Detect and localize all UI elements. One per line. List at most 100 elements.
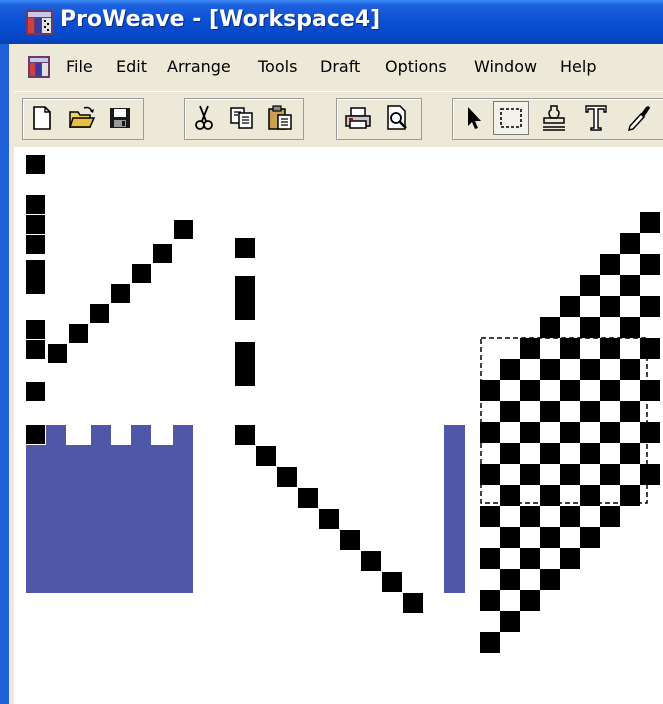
color-fill-block-notch (91, 425, 111, 447)
menu-draft[interactable]: Draft (320, 57, 360, 76)
drawdown-cell (480, 548, 500, 569)
drawdown-cell (640, 380, 660, 401)
drawdown-cell (500, 401, 520, 422)
threading-cell (26, 155, 45, 174)
tieup-cell (235, 342, 255, 386)
drawdown-cell (540, 527, 560, 548)
treadling-cell (340, 530, 360, 550)
threading-cell (26, 340, 45, 359)
cut-icon[interactable] (189, 103, 219, 133)
menu-options[interactable]: Options (385, 57, 447, 76)
treadling-cell (361, 551, 381, 571)
treadling-cell (132, 264, 151, 283)
drawdown-cell (540, 317, 560, 338)
color-fill-block (26, 445, 193, 593)
threading-cell (26, 425, 45, 444)
new-icon[interactable] (27, 103, 57, 133)
color-fill-block-notch (46, 425, 66, 447)
menu-help[interactable]: Help (560, 57, 596, 76)
drawdown-cell (640, 212, 660, 233)
treadling-cell (403, 593, 423, 613)
treadling-cell (382, 572, 402, 592)
toolbar (14, 91, 663, 148)
drawdown-cell (600, 296, 620, 317)
drawdown-cell (480, 422, 500, 443)
copy-icon[interactable] (227, 103, 257, 133)
drawdown-cell (640, 296, 660, 317)
drawdown-cell (620, 233, 640, 254)
eyedropper-tool-icon[interactable] (623, 103, 653, 133)
drawdown-cell (560, 338, 580, 359)
drawdown-cell (580, 401, 600, 422)
drawdown-cell (560, 296, 580, 317)
drawdown-cell (560, 464, 580, 485)
drawdown-cell (500, 611, 520, 632)
stamp-tool-icon[interactable] (539, 103, 569, 133)
menu-bar: File Edit Arrange Tools Draft Options Wi… (14, 44, 663, 91)
drawdown-cell (640, 338, 660, 359)
drawdown-cell (560, 380, 580, 401)
drawdown-cell (620, 401, 640, 422)
threading-cell (26, 382, 45, 401)
rectangle-select-tool-icon[interactable] (493, 101, 529, 135)
pointer-tool-icon[interactable] (459, 103, 489, 133)
drawdown-cell (580, 443, 600, 464)
treadling-cell (111, 284, 130, 303)
text-tool-icon[interactable] (581, 103, 611, 133)
file-button-group (22, 98, 144, 140)
tieup-cell (235, 238, 255, 258)
drawdown-cell (560, 506, 580, 527)
window-left-border (0, 0, 14, 704)
drawdown-cell (600, 422, 620, 443)
drawdown-cell (580, 317, 600, 338)
print-preview-icon[interactable] (383, 103, 413, 133)
treadling-cell (256, 446, 276, 466)
proweave-app-icon[interactable] (26, 10, 53, 35)
treadling-cell (48, 344, 67, 363)
drawdown-cell (540, 401, 560, 422)
treadling-cell (277, 467, 297, 487)
title-bar[interactable]: ProWeave - [Workspace4] (0, 0, 663, 44)
drawdown-cell (640, 464, 660, 485)
threading-cell (26, 320, 45, 339)
threading-cell (26, 215, 45, 234)
drawdown-cell (480, 380, 500, 401)
treadling-cell (153, 244, 172, 263)
menu-tools[interactable]: Tools (258, 57, 297, 76)
drawdown-cell (620, 275, 640, 296)
drawdown-cell (520, 590, 540, 611)
drawdown-cell (600, 338, 620, 359)
open-folder-icon[interactable] (67, 103, 97, 133)
drawdown-cell (580, 527, 600, 548)
drawdown-cell (640, 254, 660, 275)
threading-cell (26, 195, 45, 214)
drawdown-cell (620, 317, 640, 338)
drawdown-cell (620, 443, 640, 464)
treadling-cell (235, 425, 255, 445)
design-canvas[interactable] (14, 147, 663, 704)
drawdown-cell (600, 254, 620, 275)
drawdown-cell (500, 569, 520, 590)
weave-drawing (26, 155, 660, 653)
save-icon[interactable] (105, 103, 135, 133)
drawdown-cell (580, 359, 600, 380)
paste-icon[interactable] (265, 103, 295, 133)
menu-file[interactable]: File (66, 57, 93, 76)
treadling-cell (174, 220, 193, 239)
print-icon[interactable] (343, 103, 373, 133)
drawdown-cell (600, 380, 620, 401)
menu-window[interactable]: Window (474, 57, 537, 76)
document-window-icon[interactable] (28, 56, 50, 78)
menu-edit[interactable]: Edit (116, 57, 147, 76)
drawdown-cell (640, 422, 660, 443)
drawdown-cell (500, 527, 520, 548)
color-fill-block-notch (173, 425, 193, 447)
tools-button-group (452, 98, 663, 140)
threading-cell (26, 275, 45, 294)
drawdown-cell (480, 590, 500, 611)
threading-cell (26, 235, 45, 254)
drawdown-cell (520, 464, 540, 485)
menu-arrange[interactable]: Arrange (167, 57, 231, 76)
treadling-cell (69, 324, 88, 343)
window-title: ProWeave - [Workspace4] (60, 7, 381, 32)
